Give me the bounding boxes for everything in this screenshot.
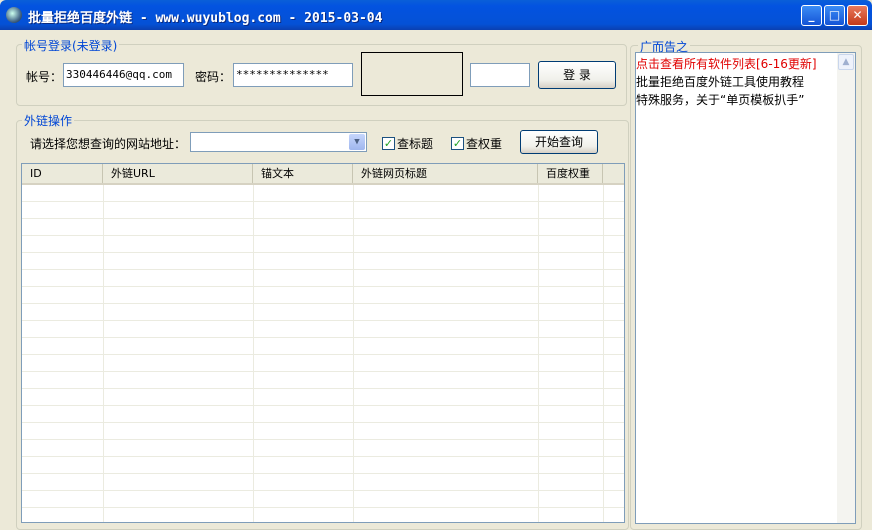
table-row[interactable] [22,406,624,423]
table-row[interactable] [22,219,624,236]
column-gridline [103,185,104,522]
table-header: ID 外链URL 锚文本 外链网页标题 百度权重 [22,164,624,185]
table-row[interactable] [22,185,624,202]
column-gridline [353,185,354,522]
maximize-button[interactable]: □ [824,5,845,26]
ads-list[interactable]: 点击查看所有软件列表[6-16更新] 批量拒绝百度外链工具使用教程 特殊服务，关… [635,52,856,524]
ops-legend: 外链操作 [22,112,75,129]
table-row[interactable] [22,474,624,491]
column-gridline [538,185,539,522]
ad-item-tutorial[interactable]: 批量拒绝百度外链工具使用教程 [636,73,804,90]
table-row[interactable] [22,389,624,406]
account-label: 帐号： [26,70,63,84]
table-row[interactable] [22,355,624,372]
check-weight-label[interactable]: 查权重 [466,135,502,152]
ad-item-software-list[interactable]: 点击查看所有软件列表[6-16更新] [636,55,817,72]
app-icon [6,7,22,23]
column-gridline [603,185,604,522]
table-row[interactable] [22,270,624,287]
chevron-down-icon[interactable]: ▼ [349,134,365,150]
captcha-input[interactable] [470,63,530,87]
table-row[interactable] [22,508,624,522]
table-row[interactable] [22,236,624,253]
column-header-anchor[interactable]: 锚文本 [253,164,353,183]
column-header-url[interactable]: 外链URL [103,164,253,183]
check-weight-checkbox[interactable]: ✓ [451,137,464,150]
site-select[interactable]: ▼ [190,132,367,152]
table-row[interactable] [22,321,624,338]
check-title-label[interactable]: 查标题 [397,135,433,152]
table-row[interactable] [22,287,624,304]
site-label: 请选择您想查询的网站地址： [30,137,187,151]
password-label: 密码： [195,70,232,84]
table-row[interactable] [22,457,624,474]
table-row[interactable] [22,338,624,355]
scroll-up-icon[interactable]: ▲ [838,54,854,70]
column-header-id[interactable]: ID [22,164,103,183]
check-title-checkbox[interactable]: ✓ [382,137,395,150]
account-input[interactable]: 330446446@qq.com [63,63,184,87]
window-title: 批量拒绝百度外链 - www.wuyublog.com - 2015-03-04 [28,11,383,26]
column-gridline [253,185,254,522]
table-row[interactable] [22,304,624,321]
table-row[interactable] [22,423,624,440]
table-row[interactable] [22,491,624,508]
table-row[interactable] [22,372,624,389]
password-input[interactable]: ************** [233,63,353,87]
login-legend: 帐号登录(未登录) [22,37,120,54]
ads-scrollbar[interactable]: ▲ [837,53,855,523]
column-header-weight[interactable]: 百度权重 [538,164,603,183]
table-row[interactable] [22,440,624,457]
login-button[interactable]: 登 录 [538,61,616,89]
start-query-button[interactable]: 开始查询 [520,130,598,154]
close-button[interactable]: ✕ [847,5,868,26]
minimize-button[interactable]: _ [801,5,822,26]
results-table[interactable]: ID 外链URL 锚文本 外链网页标题 百度权重 [21,163,625,523]
ad-item-special-service[interactable]: 特殊服务，关于“单页模板扒手” [636,91,804,108]
column-header-page-title[interactable]: 外链网页标题 [353,164,538,183]
table-row[interactable] [22,202,624,219]
title-bar: 批量拒绝百度外链 - www.wuyublog.com - 2015-03-04… [0,0,872,30]
captcha-image[interactable] [361,52,463,96]
table-row[interactable] [22,253,624,270]
